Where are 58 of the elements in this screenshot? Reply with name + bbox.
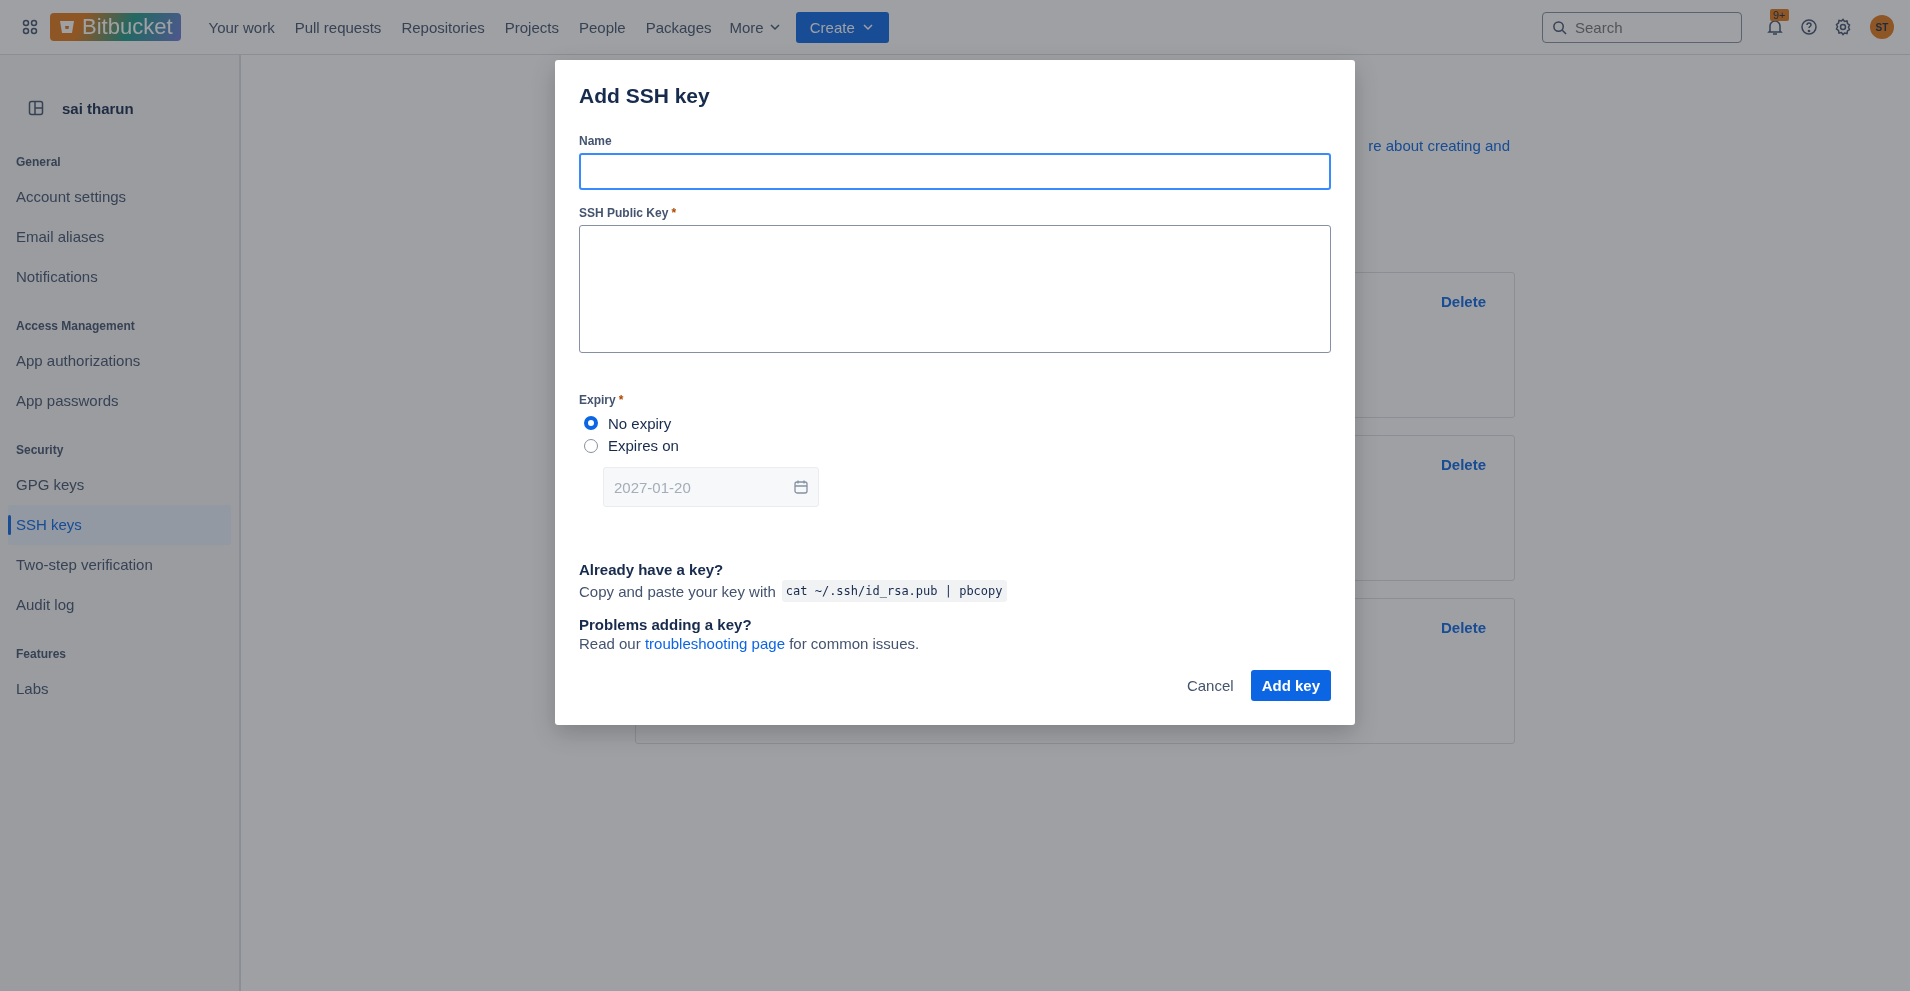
sidebar-layout-icon bbox=[28, 100, 44, 116]
calendar-icon bbox=[793, 479, 809, 496]
cancel-button[interactable]: Cancel bbox=[1175, 670, 1245, 701]
troubleshooting-link[interactable]: troubleshooting page bbox=[644, 635, 785, 652]
command-snippet: cat ~/.ssh/id_rsa.pub | pbcopy bbox=[781, 580, 1007, 602]
nav-link[interactable]: Your work bbox=[198, 12, 285, 42]
sidebar-item[interactable]: Notifications bbox=[8, 257, 231, 297]
radio-option[interactable]: Expires on bbox=[579, 434, 685, 458]
section-heading: General bbox=[15, 154, 62, 171]
sidebar-item[interactable]: Account settings bbox=[8, 177, 231, 217]
user-avatar[interactable]: ST bbox=[1870, 15, 1894, 39]
nav-link[interactable]: Projects bbox=[494, 12, 569, 42]
search-icon bbox=[1552, 19, 1567, 35]
field-label: SSH Public Key bbox=[579, 206, 669, 221]
nav-link[interactable]: Pull requests bbox=[284, 12, 392, 42]
radio-option[interactable]: No expiry bbox=[579, 412, 678, 435]
sidebar-item[interactable]: SSH keys bbox=[8, 505, 231, 545]
bucket-icon bbox=[58, 18, 76, 36]
notification-badge: 9+ bbox=[1770, 9, 1789, 21]
nav-link[interactable]: People bbox=[568, 12, 636, 42]
create-button[interactable]: Create bbox=[795, 11, 889, 43]
section-heading: Access Management bbox=[15, 318, 136, 335]
sidebar-item[interactable]: App authorizations bbox=[8, 341, 231, 381]
help-heading: Problems adding a key? bbox=[579, 616, 752, 633]
field-label: Expiry bbox=[579, 393, 616, 408]
help-text: Read our troubleshooting page for common issues. bbox=[579, 635, 920, 652]
app-switcher-icon[interactable] bbox=[22, 19, 38, 35]
sidebar-item[interactable]: Labs bbox=[8, 669, 231, 709]
help-link[interactable]: re about creating and bbox=[1368, 137, 1510, 165]
notifications-button[interactable]: 9+ bbox=[1758, 10, 1792, 44]
more-menu[interactable]: More bbox=[721, 12, 790, 42]
radio-button[interactable] bbox=[584, 438, 598, 453]
input-field[interactable] bbox=[579, 153, 1331, 191]
delete-button[interactable]: Delete bbox=[1440, 456, 1486, 473]
add-key-button[interactable]: Add key bbox=[1250, 670, 1331, 701]
section-heading: Security bbox=[15, 442, 65, 459]
help-text: Copy and paste your key with bbox=[579, 582, 776, 600]
field-label: Name bbox=[579, 134, 612, 148]
settings-icon bbox=[1834, 18, 1852, 36]
dialog-title: Add SSH key bbox=[579, 84, 710, 108]
search-field[interactable]: Search bbox=[1542, 11, 1742, 43]
required-asterisk: * bbox=[671, 206, 677, 221]
radio-button[interactable] bbox=[584, 416, 598, 431]
sidebar-item[interactable]: App passwords bbox=[8, 381, 231, 421]
delete-button[interactable]: Delete bbox=[1440, 619, 1486, 636]
help-icon bbox=[1800, 18, 1818, 36]
section-heading: Features bbox=[15, 646, 68, 663]
required-asterisk: * bbox=[618, 393, 624, 408]
delete-button[interactable]: Delete bbox=[1440, 293, 1486, 310]
sidebar-item[interactable]: Two-step verification bbox=[8, 545, 231, 585]
sidebar-item[interactable]: Email aliases bbox=[8, 217, 231, 257]
help-heading: Already have a key? bbox=[579, 561, 724, 578]
bell-icon bbox=[1766, 18, 1784, 36]
nav-link[interactable]: Packages bbox=[635, 12, 722, 42]
workspace-name: sai tharun bbox=[62, 99, 134, 117]
sidebar-item[interactable]: Audit log bbox=[8, 585, 231, 625]
sidebar-item[interactable]: GPG keys bbox=[8, 465, 231, 505]
nav-link[interactable]: Repositories bbox=[391, 12, 495, 42]
